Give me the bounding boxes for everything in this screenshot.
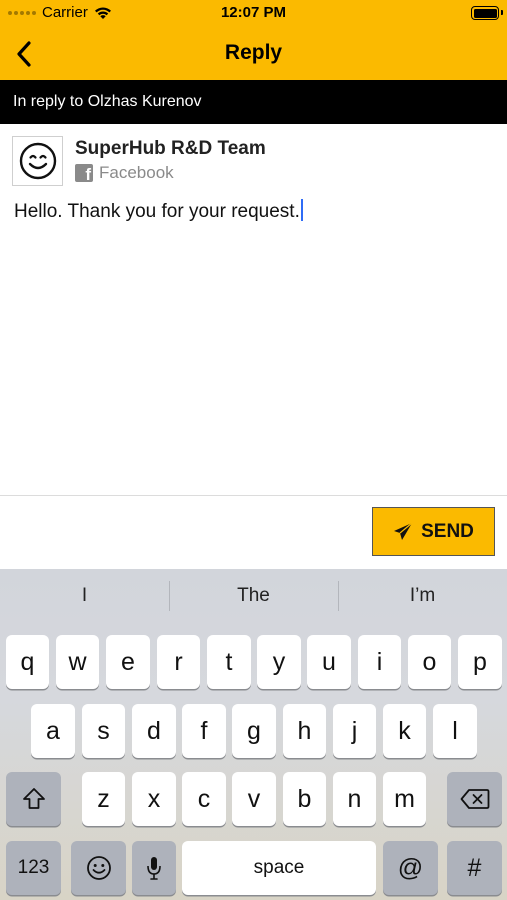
sender-name: SuperHub R&D Team: [75, 138, 266, 159]
key-d[interactable]: d: [132, 704, 176, 758]
smiley-icon: [19, 142, 56, 180]
key-e[interactable]: e: [106, 635, 150, 689]
text-caret: [300, 199, 303, 221]
key-j[interactable]: j: [333, 704, 376, 758]
key-a[interactable]: a: [31, 704, 75, 758]
numbers-key[interactable]: 123: [6, 841, 61, 895]
message-text: Hello. Thank you for your request.: [14, 201, 300, 222]
emoji-key[interactable]: [71, 841, 126, 895]
suggestion-1[interactable]: I: [0, 585, 169, 607]
facebook-icon: f: [75, 164, 93, 182]
key-p[interactable]: p: [458, 635, 502, 689]
shift-icon: [22, 788, 45, 809]
key-m[interactable]: m: [383, 772, 426, 826]
hash-key[interactable]: #: [447, 841, 502, 895]
reply-banner: In reply to Olzhas Kurenov: [0, 80, 507, 124]
status-time: 12:07 PM: [220, 4, 287, 21]
at-key[interactable]: @: [383, 841, 438, 895]
dictation-key[interactable]: [132, 841, 176, 895]
nav-bar: Reply: [0, 28, 507, 80]
emoji-icon: [86, 856, 111, 880]
backspace-icon: [460, 789, 489, 809]
key-u[interactable]: u: [307, 635, 351, 689]
key-b[interactable]: b: [283, 772, 326, 826]
page-title: Reply: [224, 41, 283, 64]
key-k[interactable]: k: [383, 704, 426, 758]
key-f[interactable]: f: [182, 704, 226, 758]
send-label: SEND: [421, 520, 474, 542]
key-w[interactable]: w: [56, 635, 99, 689]
key-q[interactable]: q: [6, 635, 49, 689]
key-g[interactable]: g: [232, 704, 276, 758]
source-row: f Facebook: [75, 163, 174, 183]
suggestion-bar: I The I’m: [0, 569, 507, 625]
keyboard: I The I’m q w e r t y u i o p a s d f g …: [0, 569, 507, 900]
shift-key[interactable]: [6, 772, 61, 826]
suggestion-3[interactable]: I’m: [338, 585, 507, 607]
space-key[interactable]: space: [182, 841, 376, 895]
key-v[interactable]: v: [232, 772, 276, 826]
microphone-icon: [147, 857, 161, 880]
source-label: Facebook: [99, 163, 174, 182]
key-z[interactable]: z: [82, 772, 125, 826]
delete-key[interactable]: [447, 772, 502, 826]
suggestion-2[interactable]: The: [169, 585, 338, 607]
key-y[interactable]: y: [257, 635, 301, 689]
battery-tip: [501, 10, 503, 15]
divider: [0, 495, 507, 496]
key-h[interactable]: h: [283, 704, 326, 758]
battery-icon: [471, 6, 499, 20]
key-s[interactable]: s: [82, 704, 125, 758]
message-input[interactable]: Hello. Thank you for your request.: [14, 199, 494, 489]
key-x[interactable]: x: [132, 772, 176, 826]
key-c[interactable]: c: [182, 772, 226, 826]
send-button[interactable]: SEND: [372, 507, 495, 556]
key-i[interactable]: i: [358, 635, 401, 689]
avatar: [12, 136, 63, 186]
status-bar: Carrier 12:07 PM: [0, 0, 507, 28]
key-n[interactable]: n: [333, 772, 376, 826]
key-l[interactable]: l: [433, 704, 477, 758]
key-t[interactable]: t: [207, 635, 251, 689]
key-o[interactable]: o: [408, 635, 451, 689]
paper-plane-icon: [394, 522, 413, 540]
key-r[interactable]: r: [157, 635, 200, 689]
